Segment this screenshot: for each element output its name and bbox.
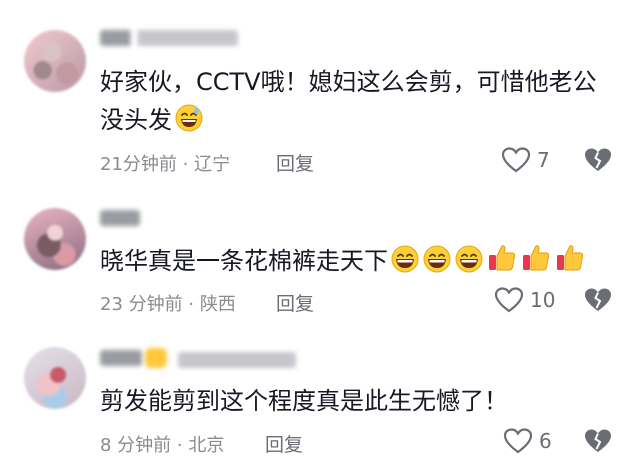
like-button[interactable]: 10: [494, 286, 555, 314]
avatar[interactable]: [24, 30, 86, 92]
comment-text: 剪发能剪到这个程度真是此生无憾了！: [100, 387, 508, 415]
avatar[interactable]: [24, 347, 86, 409]
thumbs-up-emoji-icon: [520, 242, 552, 285]
heart-outline-icon: [503, 428, 533, 454]
broken-heart-icon: [585, 148, 611, 171]
username-blurred[interactable]: [100, 350, 142, 366]
heart-outline-icon: [494, 287, 524, 313]
username-blurred[interactable]: [100, 210, 140, 226]
thumbs-up-emoji-icon: [554, 242, 586, 285]
like-button[interactable]: 6: [503, 427, 552, 455]
like-count: 7: [537, 148, 550, 172]
dislike-button[interactable]: [583, 427, 613, 459]
broken-heart-icon: [585, 288, 611, 311]
username-tag-blurred: [178, 352, 296, 368]
grin-emoji-icon: [454, 244, 484, 285]
username-blurred[interactable]: [100, 30, 238, 46]
dislike-button[interactable]: [583, 286, 613, 318]
comment-text: 好家伙，CCTV哦！媳妇这么会剪，可惜他老公没头发: [100, 63, 610, 144]
dislike-button[interactable]: [583, 146, 613, 178]
heart-outline-icon: [501, 147, 531, 173]
grin-sweat-emoji-icon: [174, 103, 204, 144]
username-badge-emoji: [145, 348, 167, 368]
comment-meta: 21分钟前 · 辽宁: [100, 154, 231, 175]
grin-emoji-icon: [390, 244, 420, 285]
comment-meta: 23 分钟前 · 陕西: [100, 294, 236, 315]
comment-text: 晓华真是一条花棉裤走天下: [100, 242, 620, 285]
grin-emoji-icon: [422, 244, 452, 285]
reply-button[interactable]: 回复: [276, 289, 314, 316]
broken-heart-icon: [585, 429, 611, 452]
reply-button[interactable]: 回复: [276, 149, 314, 176]
comment-meta: 8 分钟前 · 北京: [100, 435, 225, 456]
like-count: 10: [530, 288, 556, 312]
thumbs-up-emoji-icon: [486, 242, 518, 285]
reply-button[interactable]: 回复: [265, 430, 303, 457]
like-button[interactable]: 7: [501, 146, 550, 174]
avatar[interactable]: [24, 208, 86, 270]
like-count: 6: [539, 429, 552, 453]
